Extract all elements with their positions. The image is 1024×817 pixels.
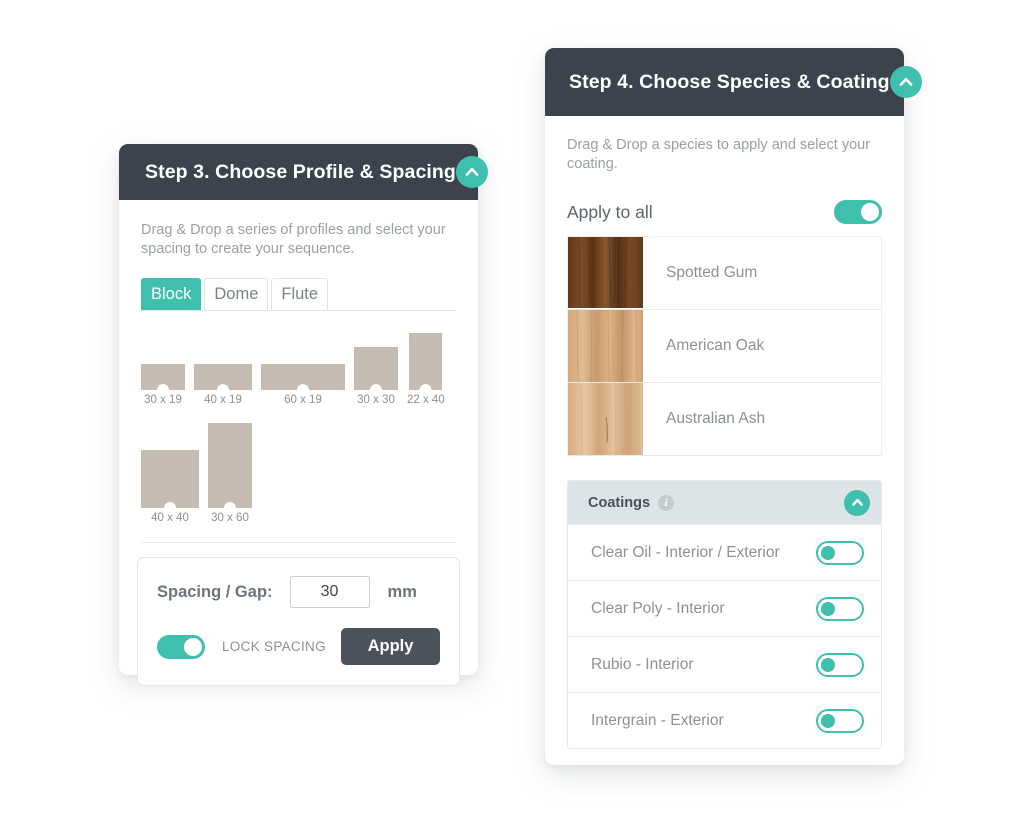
coating-name: Clear Poly - Interior <box>591 599 725 617</box>
profile-shape-icon <box>141 364 185 390</box>
profile-label: 30 x 60 <box>211 512 249 524</box>
step4-header: Step 4. Choose Species & Coating <box>545 48 922 116</box>
species-row[interactable]: Australian Ash <box>567 382 882 456</box>
coatings-collapse-button[interactable] <box>844 489 870 516</box>
profile-row-1: 30 x 19 40 x 19 60 x 19 30 x 30 22 x 40 <box>141 333 456 406</box>
profile-row-2: 40 x 40 30 x 60 <box>141 423 456 524</box>
coating-toggle[interactable] <box>816 540 864 565</box>
coating-name: Rubio - Interior <box>591 655 694 673</box>
toggle-knob <box>184 637 202 656</box>
step3-panel: Step 3. Choose Profile & Spacing Drag & … <box>119 144 488 686</box>
spacing-input[interactable] <box>289 576 370 608</box>
lock-spacing-label: LOCK SPACING <box>222 639 326 654</box>
coating-toggle[interactable] <box>816 708 864 733</box>
tab-flute[interactable]: Flute <box>271 278 329 310</box>
toggle-knob <box>861 203 879 221</box>
toggle-knob <box>821 545 835 560</box>
profile-label: 60 x 19 <box>284 394 322 406</box>
step3-intro: Drag & Drop a series of profiles and sel… <box>119 200 478 311</box>
wood-texture-icon <box>568 236 643 309</box>
coating-toggle[interactable] <box>816 652 864 677</box>
coating-toggle[interactable] <box>816 596 864 621</box>
coating-row: Clear Poly - Interior <box>568 580 881 636</box>
profile-item[interactable]: 30 x 30 <box>354 347 398 406</box>
chevron-up-icon <box>465 167 479 176</box>
step4-helper-text: Drag & Drop a species to apply and selec… <box>567 137 871 172</box>
profile-shape-icon <box>141 450 199 508</box>
profile-item[interactable]: 30 x 19 <box>141 364 185 406</box>
step4-panel: Step 4. Choose Species & Coating Drag & … <box>545 48 922 765</box>
profile-shape-icon <box>409 333 443 390</box>
wood-texture-icon <box>568 309 643 383</box>
lock-spacing-row: LOCK SPACING Apply <box>157 628 440 665</box>
profile-item[interactable]: 40 x 40 <box>141 450 199 524</box>
coatings-header: Coatings i <box>568 481 881 524</box>
tab-block[interactable]: Block <box>141 278 202 310</box>
profile-palette: 30 x 19 40 x 19 60 x 19 30 x 30 22 x 40 … <box>119 311 478 524</box>
wood-texture-icon <box>568 382 643 456</box>
profile-shape-icon <box>208 423 252 508</box>
app-canvas: Step 3. Choose Profile & Spacing Drag & … <box>0 0 1024 817</box>
spacing-settings-box: Spacing / Gap: mm LOCK SPACING Apply <box>137 557 460 686</box>
tab-dome[interactable]: Dome <box>204 278 269 310</box>
toggle-knob <box>821 657 835 672</box>
profile-label: 30 x 19 <box>144 394 182 406</box>
profile-shape-icon <box>194 364 252 390</box>
info-icon[interactable]: i <box>658 494 675 511</box>
coating-row: Intergrain - Exterior <box>568 692 881 748</box>
coating-name: Clear Oil - Interior / Exterior <box>591 543 780 561</box>
apply-to-all-row: Apply to all <box>567 200 882 224</box>
spacing-unit-label: mm <box>387 582 417 601</box>
species-name: American Oak <box>666 337 765 354</box>
spacing-label: Spacing / Gap: <box>157 582 273 601</box>
step3-header: Step 3. Choose Profile & Spacing <box>119 144 488 200</box>
species-list: Spotted Gum American Oak Australian Ash <box>567 236 882 456</box>
profile-type-tabs: Block Dome Flute <box>141 278 456 311</box>
profile-label: 40 x 19 <box>204 394 242 406</box>
profile-label: 40 x 40 <box>151 512 189 524</box>
step3-title: Step 3. Choose Profile & Spacing <box>145 160 456 183</box>
profile-item[interactable]: 60 x 19 <box>261 364 345 406</box>
step3-body: Drag & Drop a series of profiles and sel… <box>119 200 478 686</box>
apply-button[interactable]: Apply <box>341 628 440 665</box>
species-row[interactable]: American Oak <box>567 309 882 383</box>
section-divider <box>141 542 456 543</box>
profile-shape-icon <box>354 347 398 390</box>
profile-item[interactable]: 30 x 60 <box>208 423 252 524</box>
spacing-input-row: Spacing / Gap: mm <box>157 576 440 608</box>
profile-item[interactable]: 40 x 19 <box>194 364 252 406</box>
coating-row: Clear Oil - Interior / Exterior <box>568 524 881 580</box>
profile-label: 30 x 30 <box>357 394 395 406</box>
coating-row: Rubio - Interior <box>568 636 881 692</box>
toggle-knob <box>821 713 835 728</box>
apply-to-all-label: Apply to all <box>567 201 653 222</box>
species-name: Australian Ash <box>666 410 766 427</box>
chevron-up-icon <box>851 498 863 506</box>
step3-collapse-button[interactable] <box>455 156 488 188</box>
coatings-panel: Coatings i Clear Oil - Interior / Exteri… <box>567 480 882 749</box>
toggle-knob <box>821 601 835 616</box>
species-swatch <box>568 382 643 456</box>
step4-collapse-button[interactable] <box>889 66 922 98</box>
species-name: Spotted Gum <box>666 264 758 281</box>
coatings-title: Coatings <box>588 494 651 511</box>
profile-label: 22 x 40 <box>407 394 445 406</box>
chevron-up-icon <box>899 77 913 86</box>
profile-item[interactable]: 22 x 40 <box>407 333 445 406</box>
step3-helper-text: Drag & Drop a series of profiles and sel… <box>141 222 446 257</box>
step4-title: Step 4. Choose Species & Coating <box>569 70 890 93</box>
apply-to-all-toggle[interactable] <box>834 200 882 224</box>
step4-intro: Drag & Drop a species to apply and selec… <box>545 116 904 224</box>
species-swatch <box>568 236 643 309</box>
species-row[interactable]: Spotted Gum <box>567 236 882 309</box>
step4-body: Drag & Drop a species to apply and selec… <box>545 116 904 749</box>
profile-shape-icon <box>261 364 345 390</box>
lock-spacing-toggle[interactable] <box>157 634 205 659</box>
species-swatch <box>568 309 643 383</box>
coating-name: Intergrain - Exterior <box>591 711 724 729</box>
